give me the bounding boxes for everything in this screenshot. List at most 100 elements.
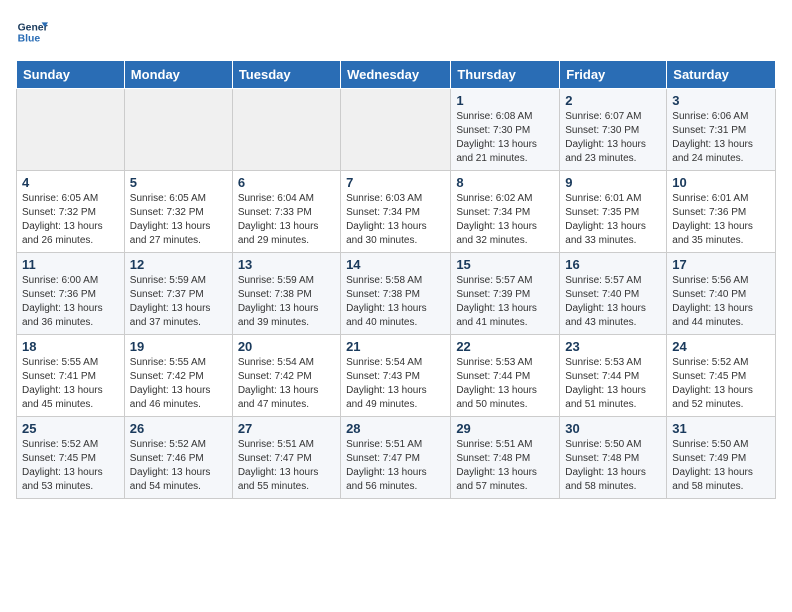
calendar-cell: 5 Sunrise: 6:05 AM Sunset: 7:32 PM Daylig… [124,171,232,253]
day-detail: Sunrise: 5:58 AM Sunset: 7:38 PM Dayligh… [346,274,445,330]
day-number: 2 [565,93,661,108]
calendar-cell [124,89,232,171]
day-number: 14 [346,257,445,272]
day-detail: Sunrise: 6:01 AM Sunset: 7:35 PM Dayligh… [565,192,661,248]
svg-text:Blue: Blue [18,34,41,45]
day-number: 7 [346,175,445,190]
calendar-cell: 28 Sunrise: 5:51 AM Sunset: 7:47 PM Dayli… [341,417,451,499]
day-number: 5 [130,175,227,190]
day-number: 9 [565,175,661,190]
calendar-cell: 31Sunrise: 5:50 AM Sunset: 7:49 PM Dayli… [667,417,776,499]
weekday-header-tuesday: Tuesday [232,61,340,89]
week-row-5: 25 Sunrise: 5:52 AM Sunset: 7:45 PM Dayli… [17,417,776,499]
calendar-cell: 26Sunrise: 5:52 AM Sunset: 7:46 PM Dayli… [124,417,232,499]
day-number: 26 [130,421,227,436]
day-detail: Sunrise: 6:06 AM Sunset: 7:31 PM Dayligh… [672,110,770,166]
day-detail: Sunrise: 5:54 AM Sunset: 7:43 PM Dayligh… [346,356,445,412]
calendar-cell: 13Sunrise: 5:59 AM Sunset: 7:38 PM Dayli… [232,253,340,335]
day-detail: Sunrise: 6:07 AM Sunset: 7:30 PM Dayligh… [565,110,661,166]
calendar-cell [341,89,451,171]
day-detail: Sunrise: 6:04 AM Sunset: 7:33 PM Dayligh… [238,192,335,248]
calendar-cell: 25 Sunrise: 5:52 AM Sunset: 7:45 PM Dayli… [17,417,125,499]
day-detail: Sunrise: 5:50 AM Sunset: 7:48 PM Dayligh… [565,438,661,494]
day-number: 6 [238,175,335,190]
day-detail: Sunrise: 5:53 AM Sunset: 7:44 PM Dayligh… [565,356,661,412]
day-number: 12 [130,257,227,272]
day-detail: Sunrise: 6:03 AM Sunset: 7:34 PM Dayligh… [346,192,445,248]
day-number: 27 [238,421,335,436]
calendar-cell [232,89,340,171]
day-detail: Sunrise: 5:52 AM Sunset: 7:45 PM Dayligh… [22,438,119,494]
calendar-cell: 30 Sunrise: 5:50 AM Sunset: 7:48 PM Dayli… [560,417,667,499]
day-number: 4 [22,175,119,190]
calendar-cell: 9 Sunrise: 6:01 AM Sunset: 7:35 PM Daylig… [560,171,667,253]
day-detail: Sunrise: 6:01 AM Sunset: 7:36 PM Dayligh… [672,192,770,248]
calendar-cell: 24Sunrise: 5:52 AM Sunset: 7:45 PM Dayli… [667,335,776,417]
day-detail: Sunrise: 5:57 AM Sunset: 7:39 PM Dayligh… [456,274,554,330]
day-detail: Sunrise: 6:08 AM Sunset: 7:30 PM Dayligh… [456,110,554,166]
calendar-cell: 22Sunrise: 5:53 AM Sunset: 7:44 PM Dayli… [451,335,560,417]
day-detail: Sunrise: 5:51 AM Sunset: 7:47 PM Dayligh… [346,438,445,494]
day-number: 16 [565,257,661,272]
day-number: 3 [672,93,770,108]
week-row-3: 11 Sunrise: 6:00 AM Sunset: 7:36 PM Dayli… [17,253,776,335]
day-number: 22 [456,339,554,354]
day-number: 30 [565,421,661,436]
day-number: 8 [456,175,554,190]
day-detail: Sunrise: 5:51 AM Sunset: 7:47 PM Dayligh… [238,438,335,494]
day-number: 10 [672,175,770,190]
day-number: 15 [456,257,554,272]
calendar-cell: 27 Sunrise: 5:51 AM Sunset: 7:47 PM Dayli… [232,417,340,499]
day-detail: Sunrise: 6:02 AM Sunset: 7:34 PM Dayligh… [456,192,554,248]
weekday-header-wednesday: Wednesday [341,61,451,89]
calendar-cell: 10 Sunrise: 6:01 AM Sunset: 7:36 PM Dayli… [667,171,776,253]
day-detail: Sunrise: 5:59 AM Sunset: 7:38 PM Dayligh… [238,274,335,330]
day-detail: Sunrise: 5:54 AM Sunset: 7:42 PM Dayligh… [238,356,335,412]
calendar-table: SundayMondayTuesdayWednesdayThursdayFrid… [16,60,776,499]
day-number: 11 [22,257,119,272]
day-detail: Sunrise: 6:00 AM Sunset: 7:36 PM Dayligh… [22,274,119,330]
logo: General Blue [16,16,48,48]
day-number: 18 [22,339,119,354]
day-detail: Sunrise: 5:52 AM Sunset: 7:45 PM Dayligh… [672,356,770,412]
day-number: 17 [672,257,770,272]
calendar-cell: 8 Sunrise: 6:02 AM Sunset: 7:34 PM Daylig… [451,171,560,253]
day-detail: Sunrise: 5:57 AM Sunset: 7:40 PM Dayligh… [565,274,661,330]
calendar-cell [17,89,125,171]
day-number: 21 [346,339,445,354]
weekday-header-thursday: Thursday [451,61,560,89]
weekday-header-row: SundayMondayTuesdayWednesdayThursdayFrid… [17,61,776,89]
calendar-cell: 12 Sunrise: 5:59 AM Sunset: 7:37 PM Dayli… [124,253,232,335]
calendar-cell: 18 Sunrise: 5:55 AM Sunset: 7:41 PM Dayli… [17,335,125,417]
calendar-cell: 16 Sunrise: 5:57 AM Sunset: 7:40 PM Dayli… [560,253,667,335]
calendar-cell: 11 Sunrise: 6:00 AM Sunset: 7:36 PM Dayli… [17,253,125,335]
day-detail: Sunrise: 6:05 AM Sunset: 7:32 PM Dayligh… [130,192,227,248]
week-row-1: 1 Sunrise: 6:08 AM Sunset: 7:30 PM Daylig… [17,89,776,171]
day-detail: Sunrise: 5:55 AM Sunset: 7:42 PM Dayligh… [130,356,227,412]
calendar-cell: 15 Sunrise: 5:57 AM Sunset: 7:39 PM Dayli… [451,253,560,335]
day-detail: Sunrise: 5:56 AM Sunset: 7:40 PM Dayligh… [672,274,770,330]
calendar-cell: 19 Sunrise: 5:55 AM Sunset: 7:42 PM Dayli… [124,335,232,417]
calendar-cell: 20Sunrise: 5:54 AM Sunset: 7:42 PM Dayli… [232,335,340,417]
day-number: 28 [346,421,445,436]
day-detail: Sunrise: 5:55 AM Sunset: 7:41 PM Dayligh… [22,356,119,412]
calendar-cell: 21 Sunrise: 5:54 AM Sunset: 7:43 PM Dayli… [341,335,451,417]
weekday-header-sunday: Sunday [17,61,125,89]
day-number: 29 [456,421,554,436]
calendar-cell: 29Sunrise: 5:51 AM Sunset: 7:48 PM Dayli… [451,417,560,499]
calendar-cell: 23 Sunrise: 5:53 AM Sunset: 7:44 PM Dayli… [560,335,667,417]
day-detail: Sunrise: 5:59 AM Sunset: 7:37 PM Dayligh… [130,274,227,330]
calendar-cell: 7 Sunrise: 6:03 AM Sunset: 7:34 PM Daylig… [341,171,451,253]
day-number: 25 [22,421,119,436]
calendar-cell: 4Sunrise: 6:05 AM Sunset: 7:32 PM Daylig… [17,171,125,253]
calendar-cell: 6 Sunrise: 6:04 AM Sunset: 7:33 PM Daylig… [232,171,340,253]
calendar-cell: 3 Sunrise: 6:06 AM Sunset: 7:31 PM Daylig… [667,89,776,171]
logo-icon: General Blue [16,16,48,48]
weekday-header-monday: Monday [124,61,232,89]
week-row-2: 4 Sunrise: 6:05 AM Sunset: 7:32 PM Daylig… [17,171,776,253]
day-number: 31 [672,421,770,436]
day-number: 1 [456,93,554,108]
day-number: 23 [565,339,661,354]
week-row-4: 18 Sunrise: 5:55 AM Sunset: 7:41 PM Dayli… [17,335,776,417]
day-number: 19 [130,339,227,354]
